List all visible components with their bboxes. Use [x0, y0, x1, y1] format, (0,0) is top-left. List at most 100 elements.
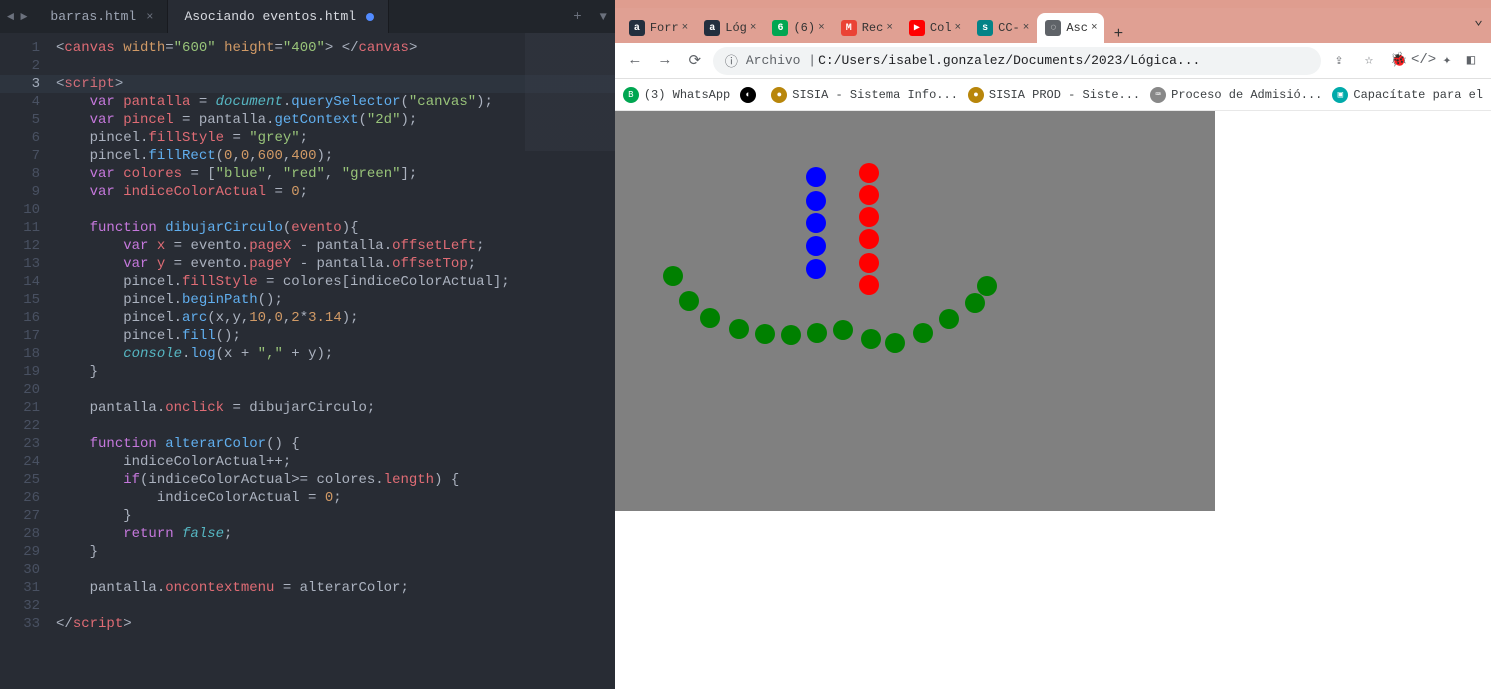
- share-icon[interactable]: ⇪: [1327, 52, 1351, 69]
- browser-tab[interactable]: aLóg×: [696, 13, 762, 43]
- canvas-area[interactable]: [615, 111, 1215, 511]
- minimap[interactable]: [525, 33, 615, 689]
- close-tab-icon[interactable]: ×: [1023, 22, 1030, 34]
- tab-label: Col: [930, 21, 952, 35]
- bookmark-item[interactable]: ●SISIA PROD - Siste...: [968, 87, 1140, 103]
- window-dropdown-icon[interactable]: ⌄: [1474, 10, 1483, 29]
- url-field[interactable]: ⓘ Archivo | C:/Users/isabel.gonzalez/Doc…: [713, 47, 1321, 75]
- tab-label: barras.html: [50, 9, 136, 24]
- canvas-circle: [859, 253, 879, 273]
- close-tab-icon[interactable]: ×: [1091, 22, 1098, 34]
- browser-tab[interactable]: s CC-×: [969, 13, 1035, 43]
- line-number: 16: [0, 309, 40, 327]
- line-number: 8: [0, 165, 40, 183]
- window-controls: ⌄: [1474, 10, 1483, 29]
- new-tab-icon[interactable]: +: [563, 9, 591, 25]
- editor-tab[interactable]: barras.html ×: [34, 0, 168, 33]
- line-number: 9: [0, 183, 40, 201]
- line-number: 12: [0, 237, 40, 255]
- site-info-icon[interactable]: ⓘ: [725, 51, 738, 70]
- bookmark-item[interactable]: ⌨Proceso de Admisió...: [1150, 87, 1322, 103]
- browser-tab[interactable]: aForr×: [621, 13, 694, 43]
- canvas-circle: [859, 185, 879, 205]
- line-number: 1: [0, 39, 40, 57]
- bookmark-icon: ●: [771, 87, 787, 103]
- tab-menu-icon[interactable]: ▼: [592, 10, 615, 24]
- bookmark-label: (3) WhatsApp: [644, 88, 730, 102]
- tab-nav-forward-icon[interactable]: ►: [17, 10, 30, 24]
- extension-icon[interactable]: </>: [1411, 52, 1435, 69]
- line-number: 19: [0, 363, 40, 381]
- tab-label: CC-: [998, 21, 1020, 35]
- browser-tab[interactable]: 6(6)×: [764, 13, 830, 43]
- extension-icon[interactable]: ◧: [1459, 52, 1483, 69]
- reload-icon[interactable]: ⟳: [683, 51, 707, 70]
- extension-icon[interactable]: ✦: [1435, 52, 1459, 69]
- browser-tab[interactable]: ◌ Asc×: [1037, 13, 1103, 43]
- line-number: 33: [0, 615, 40, 633]
- close-tab-icon[interactable]: ×: [750, 22, 757, 34]
- canvas-circle: [806, 167, 826, 187]
- tab-label: Asociando eventos.html: [184, 9, 356, 24]
- canvas-circle: [755, 324, 775, 344]
- bookmark-icon: ▣: [1332, 87, 1348, 103]
- line-number: 26: [0, 489, 40, 507]
- line-number: 21: [0, 399, 40, 417]
- canvas-circle: [781, 325, 801, 345]
- canvas-circle: [729, 319, 749, 339]
- line-number: 27: [0, 507, 40, 525]
- modified-indicator-icon: [366, 13, 374, 21]
- canvas-circle: [807, 323, 827, 343]
- canvas-circle: [859, 163, 879, 183]
- back-icon[interactable]: ←: [623, 52, 647, 69]
- close-tab-icon[interactable]: ×: [682, 22, 689, 34]
- line-number: 28: [0, 525, 40, 543]
- bookmark-item[interactable]: B(3) WhatsApp: [623, 87, 730, 103]
- close-tab-icon[interactable]: ×: [955, 22, 962, 34]
- line-number: 4: [0, 93, 40, 111]
- canvas-circle: [885, 333, 905, 353]
- bookmark-item[interactable]: ◐: [740, 87, 761, 103]
- canvas-circle: [861, 329, 881, 349]
- browser-tab[interactable]: ▶ Col×: [901, 13, 967, 43]
- line-number: 23: [0, 435, 40, 453]
- canvas-circle: [965, 293, 985, 313]
- line-number: 18: [0, 345, 40, 363]
- canvas-circle: [859, 207, 879, 227]
- editor-tab[interactable]: Asociando eventos.html: [168, 0, 389, 33]
- canvas-circle: [913, 323, 933, 343]
- bookmark-item[interactable]: ▣Capacítate para el: [1332, 87, 1483, 103]
- line-number: 14: [0, 273, 40, 291]
- new-browser-tab-icon[interactable]: +: [1106, 25, 1132, 43]
- favicon-icon: ◌: [1045, 20, 1061, 36]
- extension-icon[interactable]: 🐞: [1387, 52, 1411, 69]
- code-editor[interactable]: 1234567891011121314151617181920212223242…: [0, 33, 615, 689]
- browser-tab[interactable]: MRec×: [833, 13, 899, 43]
- canvas-circle: [806, 236, 826, 256]
- line-gutter: 1234567891011121314151617181920212223242…: [0, 33, 50, 689]
- canvas-circle: [806, 259, 826, 279]
- bookmark-star-icon[interactable]: ☆: [1357, 52, 1381, 69]
- window-frame: [615, 0, 1491, 8]
- favicon-icon: s: [977, 20, 993, 36]
- close-tab-icon[interactable]: ×: [818, 22, 825, 34]
- favicon-icon: a: [704, 20, 720, 36]
- editor-pane: ◄ ► barras.html × Asociando eventos.html +…: [0, 0, 615, 689]
- browser-pane: aForr×aLóg×6(6)×MRec×▶Col×sCC-×◌Asc× + ⌄…: [615, 0, 1491, 689]
- line-number: 24: [0, 453, 40, 471]
- url-text: C:/Users/isabel.gonzalez/Documents/2023/…: [818, 53, 1200, 68]
- canvas-circle: [833, 320, 853, 340]
- line-number: 10: [0, 201, 40, 219]
- tab-nav-back-icon[interactable]: ◄: [4, 10, 17, 24]
- favicon-icon: ▶: [909, 20, 925, 36]
- bookmarks-bar: B(3) WhatsApp ◐ ●SISIA - Sistema Info... ●S…: [615, 79, 1491, 111]
- close-tab-icon[interactable]: ×: [886, 22, 893, 34]
- bookmark-icon: ◐: [740, 87, 756, 103]
- close-tab-icon[interactable]: ×: [146, 10, 153, 24]
- forward-icon[interactable]: →: [653, 52, 677, 69]
- line-number: 7: [0, 147, 40, 165]
- canvas-circle: [859, 275, 879, 295]
- tab-label: Asc: [1066, 21, 1088, 35]
- editor-tab-bar: ◄ ► barras.html × Asociando eventos.html +…: [0, 0, 615, 33]
- bookmark-item[interactable]: ●SISIA - Sistema Info...: [771, 87, 958, 103]
